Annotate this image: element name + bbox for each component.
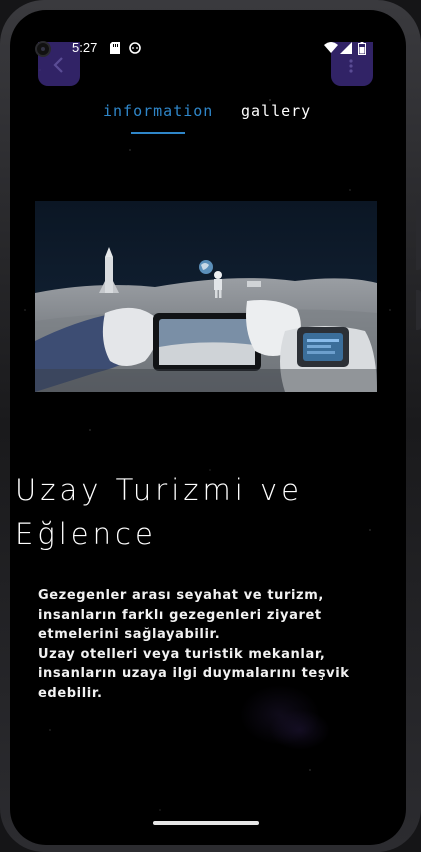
face-icon [129, 42, 141, 54]
status-bar: 5:27 [10, 38, 406, 62]
battery-icon [358, 42, 366, 55]
status-time: 5:27 [72, 40, 98, 55]
sd-card-icon [109, 42, 121, 54]
description-text: Gezegenler arası seyahat ve turizm, insa… [38, 586, 368, 703]
page-title-line-2: Eğlence [15, 517, 157, 551]
phone-device: 5:27 information gallery Uzay Turizmi ve… [0, 0, 421, 852]
page-title: Uzay Turizmi ve Eğlence [15, 468, 401, 556]
tab-bar: information gallery [10, 102, 406, 142]
astronaut-moon-photo [35, 201, 377, 392]
description-paragraph-2: Uzay otelleri veya turistik mekanlar, in… [38, 646, 350, 701]
tab-information[interactable]: information [103, 102, 213, 120]
tab-gallery[interactable]: gallery [241, 102, 311, 120]
hero-image [35, 201, 377, 392]
active-tab-indicator [131, 132, 185, 134]
app-screen: 5:27 information gallery Uzay Turizmi ve… [10, 10, 406, 845]
signal-icon [340, 42, 352, 54]
front-camera [35, 41, 51, 57]
power-button [416, 290, 421, 330]
home-indicator[interactable] [153, 821, 259, 825]
wifi-icon [324, 42, 338, 54]
page-title-line-1: Uzay Turizmi ve [15, 473, 304, 507]
volume-button [416, 200, 421, 270]
description-paragraph-1: Gezegenler arası seyahat ve turizm, insa… [38, 588, 324, 642]
